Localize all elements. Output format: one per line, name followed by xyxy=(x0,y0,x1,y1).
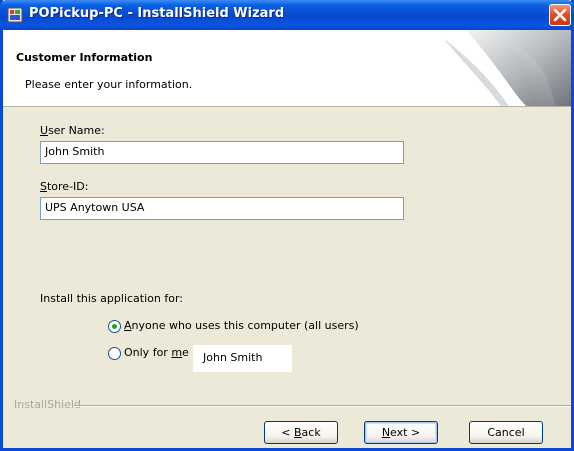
all-users-label-suffix: nyone who uses this computer (all users) xyxy=(131,319,359,332)
close-button[interactable] xyxy=(549,4,571,26)
title-bar[interactable]: POPickup-PC - InstallShield Wizard xyxy=(0,0,574,30)
installshield-brand: InstallShield xyxy=(14,398,81,411)
all-users-option-label[interactable]: Anyone who uses this computer (all users… xyxy=(124,319,359,332)
only-me-label-prefix: Only for xyxy=(124,346,172,359)
install-for-label: Install this application for: xyxy=(40,292,183,305)
back-button[interactable]: < Back xyxy=(264,421,338,444)
current-user-tooltip: John Smith xyxy=(193,345,292,372)
back-label-mnemonic: B xyxy=(294,426,302,439)
store-id-label-mnemonic: S xyxy=(40,180,47,193)
only-me-label-mnemonic: m xyxy=(171,346,183,359)
user-name-label-suffix: ser Name: xyxy=(48,124,105,137)
user-name-label-mnemonic: U xyxy=(40,124,49,137)
back-label-suffix: ack xyxy=(301,426,321,439)
cancel-button[interactable]: Cancel xyxy=(469,421,543,444)
installer-window: POPickup-PC - InstallShield Wizard Custo… xyxy=(0,0,574,451)
wizard-banner-graphic xyxy=(443,30,571,106)
page-subtitle: Please enter your information. xyxy=(25,78,193,91)
store-id-label: Store-ID: xyxy=(40,180,88,193)
store-id-label-suffix: tore-ID: xyxy=(46,180,89,193)
next-label-mnemonic: N xyxy=(381,426,391,439)
all-users-radio[interactable] xyxy=(108,320,121,333)
installshield-app-icon xyxy=(7,7,23,23)
back-label-prefix: < xyxy=(281,426,294,439)
next-label-suffix: ext > xyxy=(390,426,421,439)
footer-divider xyxy=(74,405,570,407)
all-users-label-mnemonic: A xyxy=(124,319,132,332)
page-title: Customer Information xyxy=(16,51,153,64)
user-name-input[interactable]: John Smith xyxy=(40,141,404,164)
next-button[interactable]: Next > xyxy=(364,421,438,444)
store-id-input[interactable]: UPS Anytown USA xyxy=(40,197,404,220)
only-me-option-label[interactable]: Only for me ( xyxy=(124,346,197,359)
radio-selected-dot xyxy=(112,324,117,329)
close-icon xyxy=(553,8,567,22)
only-me-radio[interactable] xyxy=(108,347,121,360)
wizard-header: Customer Information Please enter your i… xyxy=(3,30,571,107)
user-name-label: User Name: xyxy=(40,124,105,137)
window-title: POPickup-PC - InstallShield Wizard xyxy=(29,6,285,21)
